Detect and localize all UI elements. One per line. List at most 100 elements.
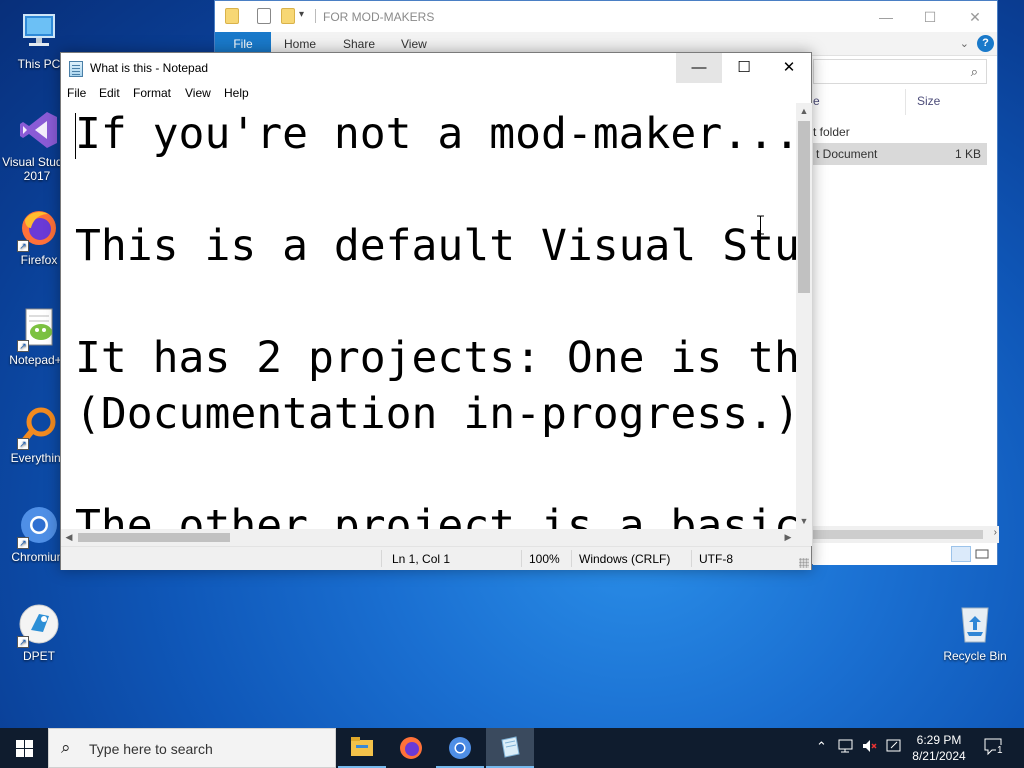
explorer-horizontal-scrollbar[interactable]: › xyxy=(813,526,999,543)
notepad-status-bar: Ln 1, Col 1 100% Windows (CRLF) UTF-8 xyxy=(61,546,811,570)
horizontal-scrollbar-thumb[interactable] xyxy=(78,533,230,542)
scroll-left-icon[interactable]: ◀ xyxy=(61,529,77,546)
chromium-icon xyxy=(449,737,471,759)
column-separator[interactable] xyxy=(905,89,906,115)
scroll-up-icon[interactable]: ▲ xyxy=(796,103,812,119)
i-beam-cursor-icon xyxy=(756,215,765,235)
shortcut-arrow-icon: ↗ xyxy=(17,340,29,352)
start-button[interactable] xyxy=(0,728,48,768)
action-center-edit-icon[interactable] xyxy=(885,737,903,758)
expand-ribbon-icon[interactable]: ⌄ xyxy=(960,37,969,50)
file-row[interactable]: t Document 1 KB xyxy=(813,143,987,165)
status-cursor-position: Ln 1, Col 1 xyxy=(392,552,451,566)
file-name: t Document xyxy=(816,147,878,161)
large-icons-view-button[interactable] xyxy=(973,546,993,562)
status-zoom: 100% xyxy=(529,552,560,566)
dpet-icon: ↗ xyxy=(17,602,61,648)
notepad-title-bar[interactable]: What is this - Notepad — ☐ ✕ xyxy=(61,53,811,83)
notepad-menu-bar: File Edit Format View Help xyxy=(61,83,811,103)
close-button[interactable]: ✕ xyxy=(766,53,812,83)
text-line: (Documentation in-progress.) xyxy=(75,389,796,439)
shortcut-arrow-icon: ↗ xyxy=(17,636,29,648)
notepad-plus-icon: ↗ xyxy=(17,306,61,352)
taskbar-search-box[interactable]: ⌕ Type here to search xyxy=(48,728,336,768)
taskbar-firefox[interactable] xyxy=(387,728,435,768)
text-caret xyxy=(75,113,76,159)
taskbar: ⌕ Type here to search ⌃ 6:29 PM 8/21/202… xyxy=(0,728,1024,768)
shortcut-arrow-icon: ↗ xyxy=(17,438,29,450)
explorer-search-box[interactable]: ⌕ xyxy=(813,59,987,84)
scrollbar-thumb[interactable] xyxy=(813,530,983,539)
explorer-close-button[interactable]: ✕ xyxy=(952,6,998,28)
explorer-window-title: FOR MOD-MAKERS xyxy=(323,10,435,24)
customize-quick-access-icon[interactable]: ▾ xyxy=(299,9,304,20)
explorer-maximize-button[interactable]: ☐ xyxy=(907,6,953,28)
explorer-title-bar[interactable]: ▾ FOR MOD-MAKERS — ☐ ✕ xyxy=(215,1,997,32)
menu-edit[interactable]: Edit xyxy=(99,86,120,100)
notepad-icon xyxy=(501,736,520,758)
explorer-tab-home[interactable]: Home xyxy=(284,37,316,51)
notepad-text-area[interactable]: If you're not a mod-maker... This is a d… xyxy=(61,103,796,529)
explorer-tab-view[interactable]: View xyxy=(401,37,427,51)
file-row[interactable]: t folder xyxy=(813,121,987,143)
this-pc-icon xyxy=(17,10,61,54)
title-divider xyxy=(315,9,316,23)
menu-help[interactable]: Help xyxy=(224,86,249,100)
shortcut-arrow-icon: ↗ xyxy=(17,537,29,549)
new-folder-icon[interactable] xyxy=(281,8,295,24)
firefox-icon: ↗ xyxy=(17,206,61,252)
column-header-name[interactable]: e xyxy=(813,94,820,108)
minimize-button[interactable]: — xyxy=(676,53,722,83)
show-hidden-icons-button[interactable]: ⌃ xyxy=(816,739,827,755)
desktop-icon-recycle-bin[interactable]: Recycle Bin xyxy=(938,602,1012,663)
desktop-icon-dpet[interactable]: ↗ DPET xyxy=(2,602,76,663)
status-line-ending: Windows (CRLF) xyxy=(579,552,671,566)
properties-icon[interactable] xyxy=(257,8,271,24)
explorer-status-bar xyxy=(813,543,997,565)
scroll-right-icon[interactable]: ▶ xyxy=(780,529,796,546)
windows-logo-icon xyxy=(16,740,33,757)
text-line: It has 2 projects: One is th xyxy=(75,333,796,383)
everything-icon: ↗ xyxy=(17,404,61,450)
scrollbar-corner xyxy=(796,529,812,546)
details-view-button[interactable] xyxy=(951,546,971,562)
explorer-tab-share[interactable]: Share xyxy=(343,37,375,51)
visual-studio-icon xyxy=(17,108,61,152)
column-header-size[interactable]: Size xyxy=(917,94,940,108)
notepad-window[interactable]: What is this - Notepad — ☐ ✕ File Edit F… xyxy=(60,52,812,570)
scroll-down-icon[interactable]: ▼ xyxy=(796,513,812,529)
vertical-scrollbar-thumb[interactable] xyxy=(798,121,810,293)
horizontal-scrollbar[interactable]: ◀ ▶ xyxy=(61,529,796,546)
folder-icon xyxy=(225,8,239,24)
desktop-icon-label: Recycle Bin xyxy=(943,649,1007,663)
search-icon: ⌕ xyxy=(970,64,978,79)
notepad-app-icon xyxy=(69,61,83,77)
notification-badge: 1 xyxy=(996,745,1004,756)
vertical-scrollbar[interactable]: ▲ ▼ xyxy=(796,103,812,529)
status-separator xyxy=(691,550,692,567)
menu-file[interactable]: File xyxy=(67,86,86,100)
help-icon[interactable]: ? xyxy=(977,35,994,52)
text-line: If you're not a mod-maker... xyxy=(75,109,796,159)
file-explorer-icon xyxy=(351,737,373,756)
volume-muted-icon[interactable] xyxy=(861,737,879,758)
menu-format[interactable]: Format xyxy=(133,86,171,100)
chromium-icon: ↗ xyxy=(17,503,61,549)
resize-grip-icon[interactable] xyxy=(799,558,809,568)
status-separator xyxy=(571,550,572,567)
taskbar-chromium[interactable] xyxy=(436,728,484,768)
notepad-window-title: What is this - Notepad xyxy=(90,61,209,75)
network-icon[interactable] xyxy=(837,737,855,758)
taskbar-file-explorer[interactable] xyxy=(338,728,386,768)
clock-date: 8/21/2024 xyxy=(912,749,966,763)
search-placeholder: Type here to search xyxy=(89,741,213,757)
taskbar-notepad[interactable] xyxy=(486,728,534,768)
clock-time: 6:29 PM xyxy=(916,733,962,747)
menu-view[interactable]: View xyxy=(185,86,211,100)
taskbar-clock[interactable]: 6:29 PM 8/21/2024 xyxy=(908,732,970,764)
scroll-right-icon[interactable]: › xyxy=(994,527,997,538)
text-line: This is a default Visual Stu xyxy=(75,221,796,271)
explorer-minimize-button[interactable]: — xyxy=(863,6,909,28)
notification-center-icon[interactable]: 1 xyxy=(984,738,1004,756)
maximize-button[interactable]: ☐ xyxy=(721,53,767,83)
